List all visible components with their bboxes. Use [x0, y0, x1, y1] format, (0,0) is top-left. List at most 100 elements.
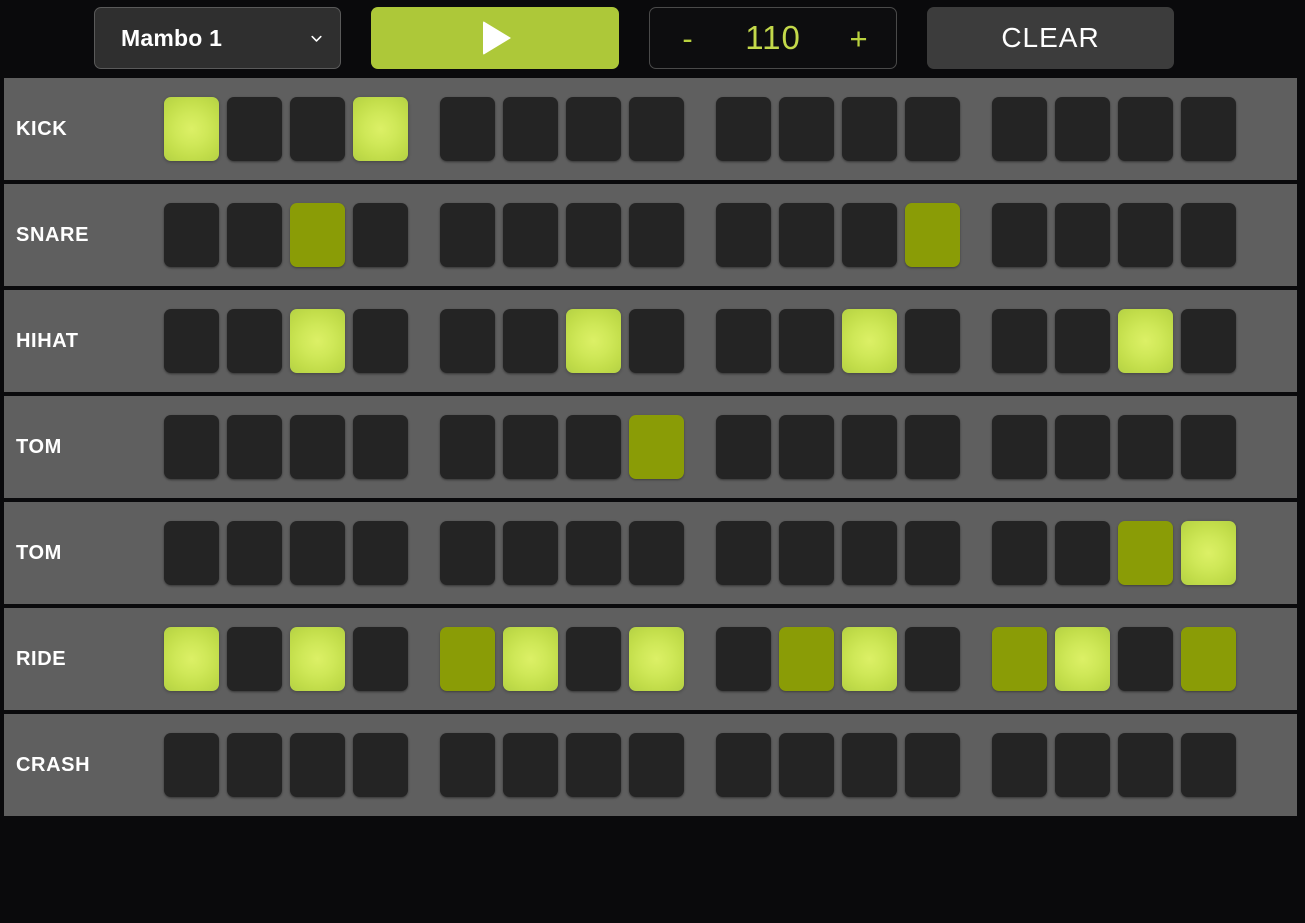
step-cell[interactable]	[503, 627, 558, 691]
step-cell[interactable]	[779, 415, 834, 479]
step-cell[interactable]	[905, 415, 960, 479]
step-cell[interactable]	[716, 97, 771, 161]
step-cell[interactable]	[566, 521, 621, 585]
step-cell[interactable]	[1118, 97, 1173, 161]
step-cell[interactable]	[779, 627, 834, 691]
step-cell[interactable]	[566, 415, 621, 479]
step-cell[interactable]	[779, 203, 834, 267]
pattern-select[interactable]: Mambo 1	[94, 7, 341, 69]
step-cell[interactable]	[290, 309, 345, 373]
step-cell[interactable]	[227, 203, 282, 267]
step-cell[interactable]	[353, 309, 408, 373]
step-cell[interactable]	[1181, 627, 1236, 691]
step-cell[interactable]	[779, 521, 834, 585]
step-cell[interactable]	[1118, 309, 1173, 373]
step-cell[interactable]	[1055, 415, 1110, 479]
step-cell[interactable]	[842, 97, 897, 161]
step-cell[interactable]	[716, 309, 771, 373]
step-cell[interactable]	[227, 627, 282, 691]
step-cell[interactable]	[503, 97, 558, 161]
step-cell[interactable]	[503, 733, 558, 797]
tempo-decrement-button[interactable]: -	[678, 23, 697, 54]
step-cell[interactable]	[1181, 733, 1236, 797]
step-cell[interactable]	[566, 203, 621, 267]
step-cell[interactable]	[164, 521, 219, 585]
step-cell[interactable]	[629, 97, 684, 161]
step-cell[interactable]	[1181, 97, 1236, 161]
step-cell[interactable]	[566, 627, 621, 691]
step-cell[interactable]	[290, 627, 345, 691]
step-cell[interactable]	[440, 203, 495, 267]
step-cell[interactable]	[992, 627, 1047, 691]
step-cell[interactable]	[629, 415, 684, 479]
step-cell[interactable]	[227, 415, 282, 479]
step-cell[interactable]	[353, 415, 408, 479]
step-cell[interactable]	[290, 415, 345, 479]
step-cell[interactable]	[290, 97, 345, 161]
step-cell[interactable]	[629, 203, 684, 267]
step-cell[interactable]	[440, 97, 495, 161]
step-cell[interactable]	[290, 203, 345, 267]
step-cell[interactable]	[905, 521, 960, 585]
step-cell[interactable]	[1181, 415, 1236, 479]
step-cell[interactable]	[842, 733, 897, 797]
step-cell[interactable]	[629, 309, 684, 373]
step-cell[interactable]	[1181, 309, 1236, 373]
step-cell[interactable]	[992, 309, 1047, 373]
step-cell[interactable]	[716, 203, 771, 267]
step-cell[interactable]	[164, 415, 219, 479]
step-cell[interactable]	[905, 733, 960, 797]
step-cell[interactable]	[1055, 627, 1110, 691]
step-cell[interactable]	[716, 521, 771, 585]
step-cell[interactable]	[629, 627, 684, 691]
step-cell[interactable]	[992, 97, 1047, 161]
step-cell[interactable]	[716, 415, 771, 479]
step-cell[interactable]	[353, 97, 408, 161]
step-cell[interactable]	[566, 309, 621, 373]
step-cell[interactable]	[503, 521, 558, 585]
step-cell[interactable]	[440, 733, 495, 797]
step-cell[interactable]	[992, 521, 1047, 585]
step-cell[interactable]	[440, 309, 495, 373]
step-cell[interactable]	[779, 733, 834, 797]
step-cell[interactable]	[779, 309, 834, 373]
step-cell[interactable]	[164, 627, 219, 691]
step-cell[interactable]	[992, 415, 1047, 479]
step-cell[interactable]	[353, 521, 408, 585]
step-cell[interactable]	[1118, 415, 1173, 479]
step-cell[interactable]	[905, 203, 960, 267]
step-cell[interactable]	[716, 627, 771, 691]
step-cell[interactable]	[353, 627, 408, 691]
step-cell[interactable]	[440, 627, 495, 691]
step-cell[interactable]	[353, 733, 408, 797]
step-cell[interactable]	[290, 733, 345, 797]
step-cell[interactable]	[842, 627, 897, 691]
step-cell[interactable]	[1181, 203, 1236, 267]
tempo-increment-button[interactable]: +	[849, 23, 868, 54]
step-cell[interactable]	[1118, 203, 1173, 267]
step-cell[interactable]	[1055, 521, 1110, 585]
step-cell[interactable]	[440, 521, 495, 585]
step-cell[interactable]	[503, 415, 558, 479]
step-cell[interactable]	[842, 415, 897, 479]
step-cell[interactable]	[164, 309, 219, 373]
step-cell[interactable]	[353, 203, 408, 267]
step-cell[interactable]	[227, 521, 282, 585]
step-cell[interactable]	[629, 521, 684, 585]
clear-button[interactable]: CLEAR	[927, 7, 1174, 69]
step-cell[interactable]	[164, 203, 219, 267]
step-cell[interactable]	[1055, 309, 1110, 373]
step-cell[interactable]	[905, 309, 960, 373]
step-cell[interactable]	[164, 733, 219, 797]
step-cell[interactable]	[1181, 521, 1236, 585]
step-cell[interactable]	[629, 733, 684, 797]
step-cell[interactable]	[992, 203, 1047, 267]
step-cell[interactable]	[1055, 203, 1110, 267]
step-cell[interactable]	[716, 733, 771, 797]
step-cell[interactable]	[992, 733, 1047, 797]
step-cell[interactable]	[1055, 97, 1110, 161]
step-cell[interactable]	[227, 733, 282, 797]
step-cell[interactable]	[566, 97, 621, 161]
step-cell[interactable]	[842, 309, 897, 373]
step-cell[interactable]	[440, 415, 495, 479]
